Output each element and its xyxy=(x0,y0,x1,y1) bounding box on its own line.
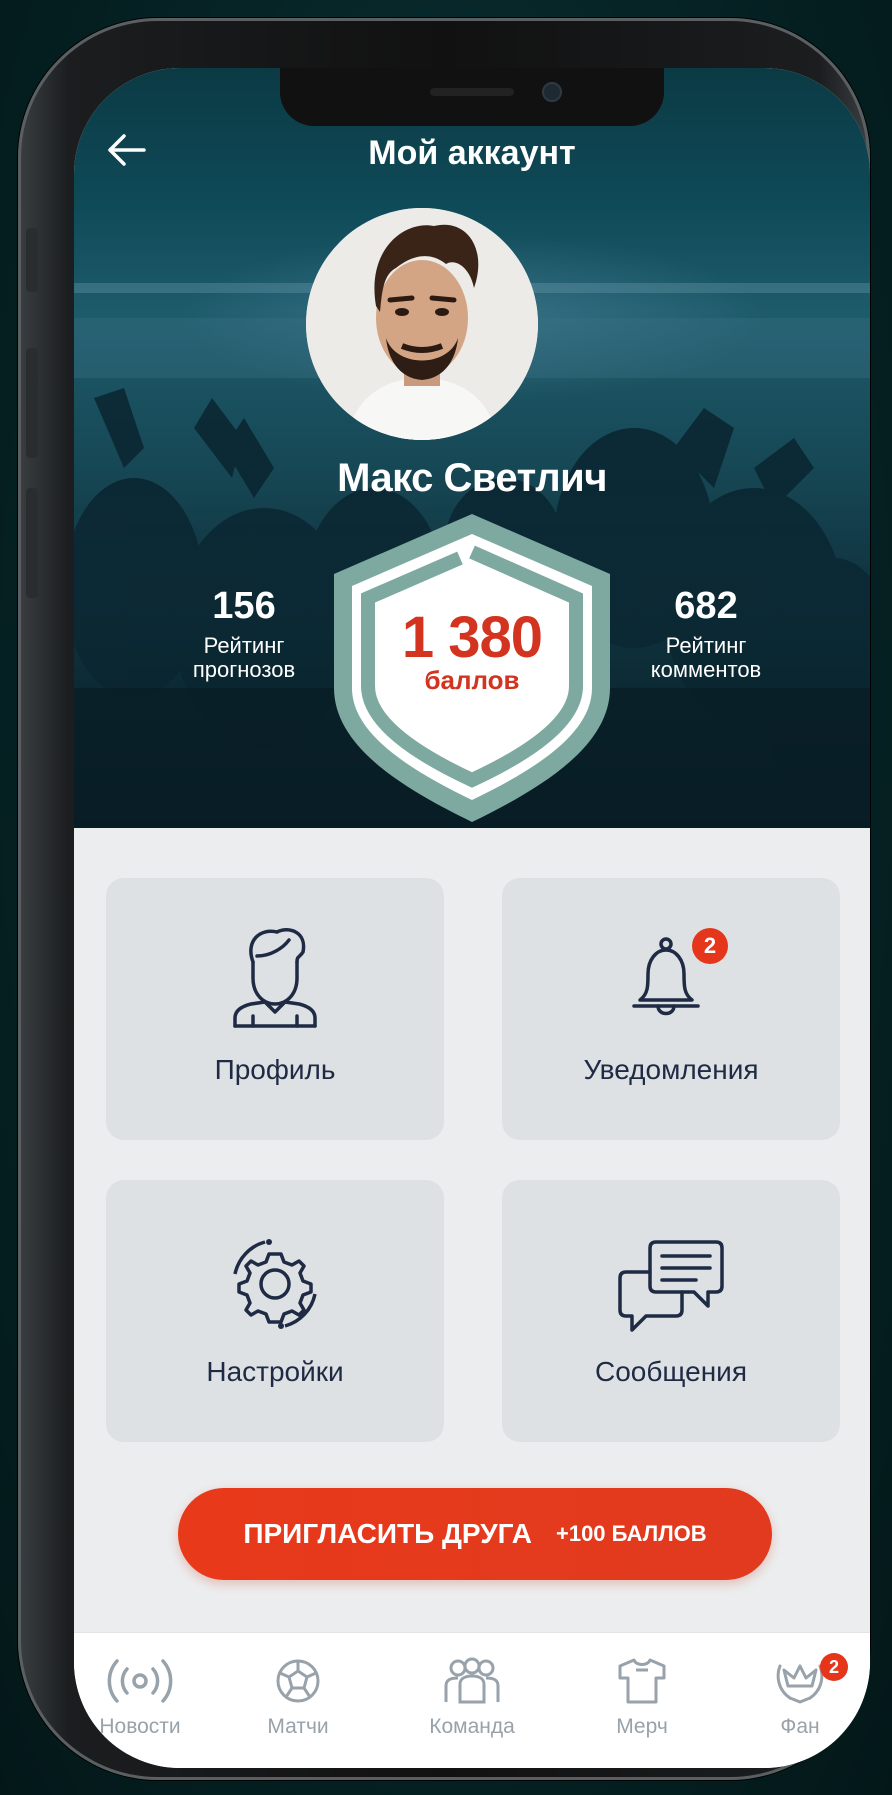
tab-team[interactable]: Команда xyxy=(412,1655,532,1739)
stat-comments-rating: 682 Рейтинг комментов xyxy=(606,584,806,682)
chat-icon xyxy=(502,1236,840,1332)
shirt-icon xyxy=(582,1655,702,1707)
user-name: Макс Светлич xyxy=(337,456,607,500)
points-value: 1 380 xyxy=(401,605,543,670)
notification-badge: 2 xyxy=(692,928,728,964)
invite-label: ПРИГЛАСИТЬ ДРУГА xyxy=(243,1518,532,1549)
menu-tile-label: Настройки xyxy=(206,1356,344,1387)
invite-friend-button[interactable]: ПРИГЛАСИТЬ ДРУГА +100 БАЛЛОВ xyxy=(178,1488,772,1580)
menu-tile-label: Сообщения xyxy=(595,1356,747,1387)
tab-fan[interactable]: 2 Фан xyxy=(740,1653,860,1739)
points-counter: 1 380 баллов xyxy=(310,605,634,695)
volume-down-button xyxy=(26,488,38,598)
avatar[interactable] xyxy=(306,208,538,440)
earpiece-speaker xyxy=(430,88,514,96)
stat-value: 682 xyxy=(674,585,738,627)
tab-label: Мерч xyxy=(616,1715,668,1738)
menu-tile-label: Уведомления xyxy=(583,1054,759,1085)
device-notch xyxy=(280,68,664,126)
tab-news[interactable]: Новости xyxy=(80,1655,200,1739)
page-title: Мой аккаунт xyxy=(368,134,576,172)
menu-tile-label: Профиль xyxy=(214,1054,336,1085)
phone-frame: Мой аккаунт Макс Светлич 156 Рейтинг про… xyxy=(18,18,870,1780)
bottom-tab-bar: Новости Матчи Команда Мерч 2 Фан xyxy=(74,1632,870,1768)
bell-icon xyxy=(502,934,840,1024)
tab-merch[interactable]: Мерч xyxy=(582,1655,702,1739)
ball-icon xyxy=(238,1655,358,1707)
broadcast-icon xyxy=(80,1655,200,1707)
menu-tile-profile[interactable]: Профиль xyxy=(106,878,444,1140)
tab-matches[interactable]: Матчи xyxy=(238,1655,358,1739)
stat-label-line1: Рейтинг xyxy=(665,633,747,658)
person-icon xyxy=(106,922,444,1028)
team-icon xyxy=(412,1655,532,1707)
front-camera xyxy=(542,82,562,102)
invite-bonus: +100 БАЛЛОВ xyxy=(555,1521,707,1546)
stat-label-line2: комментов xyxy=(650,657,762,682)
menu-tile-settings[interactable]: Настройки xyxy=(106,1180,444,1442)
fan-badge: 2 xyxy=(820,1653,848,1681)
mute-switch xyxy=(26,228,38,292)
volume-up-button xyxy=(26,348,38,458)
tab-label: Фан xyxy=(780,1715,820,1738)
tab-label: Новости xyxy=(99,1715,181,1738)
tab-label: Команда xyxy=(429,1715,515,1738)
menu-tile-notifications[interactable]: 2 Уведомления xyxy=(502,878,840,1140)
tab-label: Матчи xyxy=(267,1715,329,1738)
menu-tile-messages[interactable]: Сообщения xyxy=(502,1180,840,1442)
gear-icon xyxy=(106,1234,444,1334)
points-label: баллов xyxy=(424,665,520,695)
app-screen: Мой аккаунт Макс Светлич 156 Рейтинг про… xyxy=(74,68,870,1768)
avatar-portrait-image xyxy=(306,208,538,440)
